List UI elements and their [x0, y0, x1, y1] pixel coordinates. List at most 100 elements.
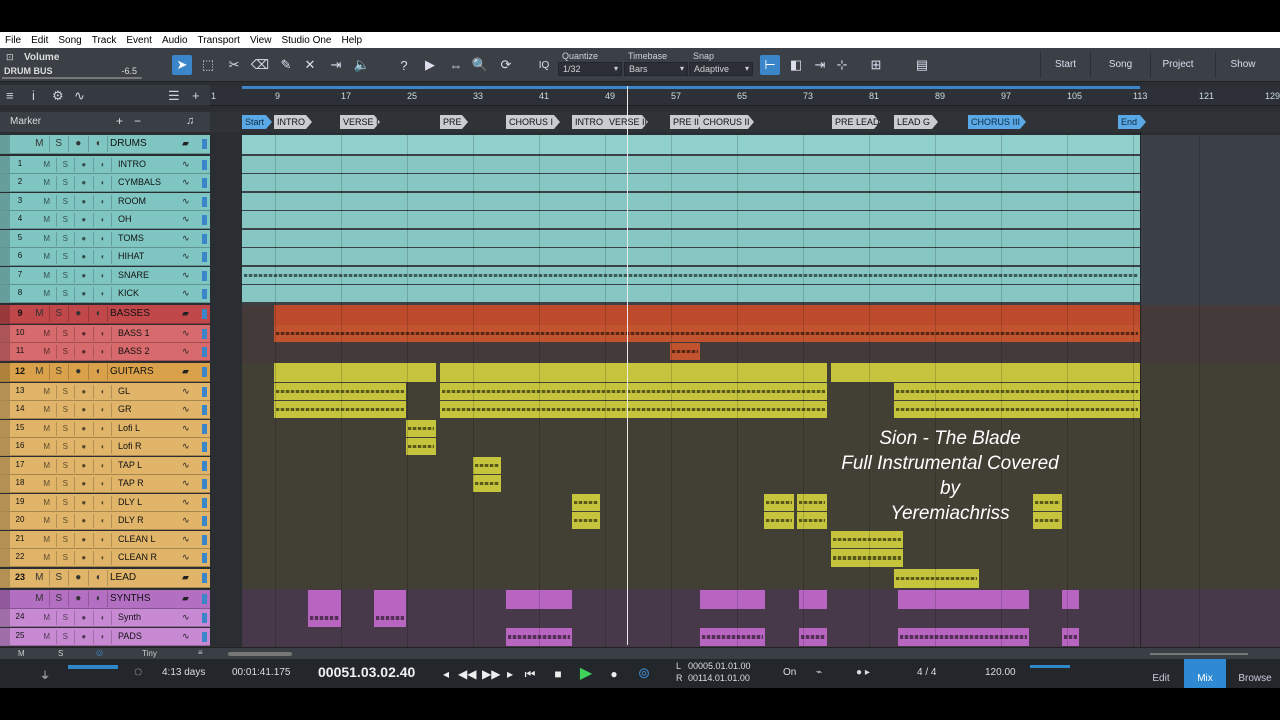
record-arm-button[interactable]: ● — [69, 136, 89, 152]
audio-event[interactable] — [440, 383, 827, 400]
mute-button[interactable]: M — [30, 591, 50, 607]
loop-toggle-icon[interactable]: ⊚ — [636, 666, 652, 682]
track-name[interactable]: DRUMS — [110, 138, 147, 149]
add-marker-icon[interactable]: + — [116, 114, 123, 128]
folder-track-guitars[interactable]: 12 M S ● ◖ GUITARS ▰ — [0, 363, 210, 382]
record-arm-button[interactable]: ● — [75, 232, 94, 246]
record-arm-button[interactable]: ● — [69, 570, 89, 586]
track-kick[interactable]: 8 M S ● ◖ KICK ∿ — [0, 285, 210, 303]
mute-button[interactable]: M — [38, 440, 57, 454]
monitor-button[interactable]: ◖ — [94, 611, 112, 625]
timecode-icon[interactable]: ▤ — [912, 55, 932, 75]
track-name[interactable]: TAP L — [118, 460, 142, 470]
forward-icon[interactable]: ▶▶ — [482, 666, 500, 682]
track-pads[interactable]: 25 M S ● ◖ PADS ∿ — [0, 628, 210, 646]
mute-button[interactable]: M — [38, 345, 57, 359]
song-page-button[interactable]: Song — [1090, 52, 1150, 78]
bend-tool-icon[interactable]: ⇥ — [326, 55, 346, 75]
solo-button[interactable]: S — [57, 176, 75, 190]
audio-event[interactable] — [440, 401, 827, 418]
monitor-button[interactable]: ◖ — [94, 533, 112, 547]
monitor-button[interactable]: ◖ — [94, 403, 112, 417]
bars-display[interactable]: 00051.03.02.40 — [318, 664, 415, 680]
track-name[interactable]: TOMS — [118, 233, 144, 243]
track-name[interactable]: DLY L — [118, 497, 142, 507]
marker-chorus-i[interactable]: CHORUS I — [506, 115, 560, 129]
track-room[interactable]: 3 M S ● ◖ ROOM ∿ — [0, 193, 210, 211]
track-clean-r[interactable]: 22 M S ● ◖ CLEAN R ∿ — [0, 549, 210, 567]
snap-events-icon[interactable]: ◧ — [786, 55, 806, 75]
record-arm-button[interactable]: ● — [75, 477, 94, 491]
track-snare[interactable]: 7 M S ● ◖ SNARE ∿ — [0, 267, 210, 285]
marker-chorus-ii[interactable]: CHORUS II — [700, 115, 754, 129]
audio-event[interactable] — [274, 383, 406, 400]
track-name[interactable]: BASSES — [110, 308, 150, 319]
volume-slider[interactable] — [2, 77, 142, 79]
mix-view-button[interactable]: Mix — [1184, 659, 1226, 688]
solo-button[interactable]: S — [50, 364, 69, 380]
monitor-button[interactable]: ◖ — [89, 136, 108, 152]
solo-button[interactable]: S — [57, 630, 75, 644]
marker-pre-lead[interactable]: PRE LEAD — [832, 115, 880, 129]
audio-event[interactable] — [242, 156, 1140, 173]
solo-button[interactable]: S — [50, 136, 69, 152]
rewind-icon[interactable]: ◀◀ — [458, 666, 476, 682]
monitor-button[interactable]: ◖ — [94, 551, 112, 565]
record-arm-button[interactable]: ● — [69, 364, 89, 380]
snap-cursor-icon[interactable]: ⇥ — [810, 55, 830, 75]
zoom-icon[interactable]: 🔍 — [470, 55, 490, 75]
solo-button[interactable]: S — [57, 459, 75, 473]
mute-button[interactable]: M — [38, 232, 57, 246]
marker-pre[interactable]: PRE — [440, 115, 468, 129]
track-bass-2[interactable]: 11 M S ● ◖ BASS 2 ∿ — [0, 343, 210, 361]
arrangement-view[interactable] — [242, 135, 1280, 647]
record-arm-button[interactable]: ● — [75, 176, 94, 190]
play-icon[interactable]: ▶ — [578, 666, 594, 682]
audio-event[interactable] — [242, 193, 1140, 210]
mute-button[interactable]: M — [38, 158, 57, 172]
mute-button[interactable]: M — [38, 533, 57, 547]
record-arm-button[interactable]: ● — [75, 611, 94, 625]
solo-button[interactable]: S — [57, 440, 75, 454]
audio-event[interactable] — [242, 135, 1140, 154]
loop-tool-icon[interactable]: ⟳ — [496, 55, 516, 75]
track-name[interactable]: OH — [118, 214, 132, 224]
start-page-button[interactable]: Start — [1040, 52, 1090, 78]
mute-button[interactable]: M — [38, 250, 57, 264]
audio-event[interactable] — [831, 531, 903, 548]
snap-grid-icon[interactable]: ⊢ — [760, 55, 780, 75]
track-tap-r[interactable]: 18 M S ● ◖ TAP R ∿ — [0, 475, 210, 493]
music-note-icon[interactable]: ♫ — [186, 115, 194, 127]
folder-track-basses[interactable]: 9 M S ● ◖ BASSES ▰ — [0, 305, 210, 324]
audio-event[interactable] — [1062, 590, 1079, 609]
timeline-ruler[interactable]: 1 9 17 25 33 41 49 57 65 73 81 89 97 105 113 121 129 — [210, 86, 1280, 106]
track-dly-l[interactable]: 19 M S ● ◖ DLY L ∿ — [0, 494, 210, 512]
mute-button[interactable]: M — [38, 287, 57, 301]
record-arm-button[interactable]: ● — [75, 287, 94, 301]
audio-event[interactable] — [374, 590, 406, 609]
solo-button[interactable]: S — [57, 158, 75, 172]
marker-end[interactable]: End — [1118, 115, 1146, 129]
audio-event[interactable] — [242, 211, 1140, 228]
metronome-icon[interactable]: ● ▸ — [856, 667, 870, 678]
monitor-button[interactable]: ◖ — [89, 591, 108, 607]
edit-view-button[interactable]: Edit — [1140, 659, 1182, 688]
list-options-icon[interactable]: ≡ — [198, 648, 203, 657]
monitor-button[interactable]: ◖ — [94, 269, 112, 283]
record-arm-button[interactable]: ● — [69, 306, 89, 322]
audio-event[interactable] — [670, 343, 700, 360]
mute-button[interactable]: M — [30, 136, 50, 152]
audio-event[interactable] — [274, 325, 1140, 342]
marker-chorus-iii[interactable]: CHORUS III — [968, 115, 1026, 129]
track-synth[interactable]: 24 M S ● ◖ Synth ∿ — [0, 609, 210, 627]
solo-button[interactable]: S — [57, 327, 75, 341]
audio-event[interactable] — [473, 457, 501, 474]
menu-file[interactable]: File — [0, 35, 26, 46]
link-icon[interactable]: ◎ — [96, 648, 103, 657]
monitor-button[interactable]: ◖ — [94, 213, 112, 227]
solo-button[interactable]: S — [57, 195, 75, 209]
menu-icon[interactable]: ≡ — [6, 88, 14, 103]
solo-button[interactable]: S — [57, 232, 75, 246]
menu-audio[interactable]: Audio — [157, 35, 193, 46]
monitor-button[interactable]: ◖ — [94, 250, 112, 264]
